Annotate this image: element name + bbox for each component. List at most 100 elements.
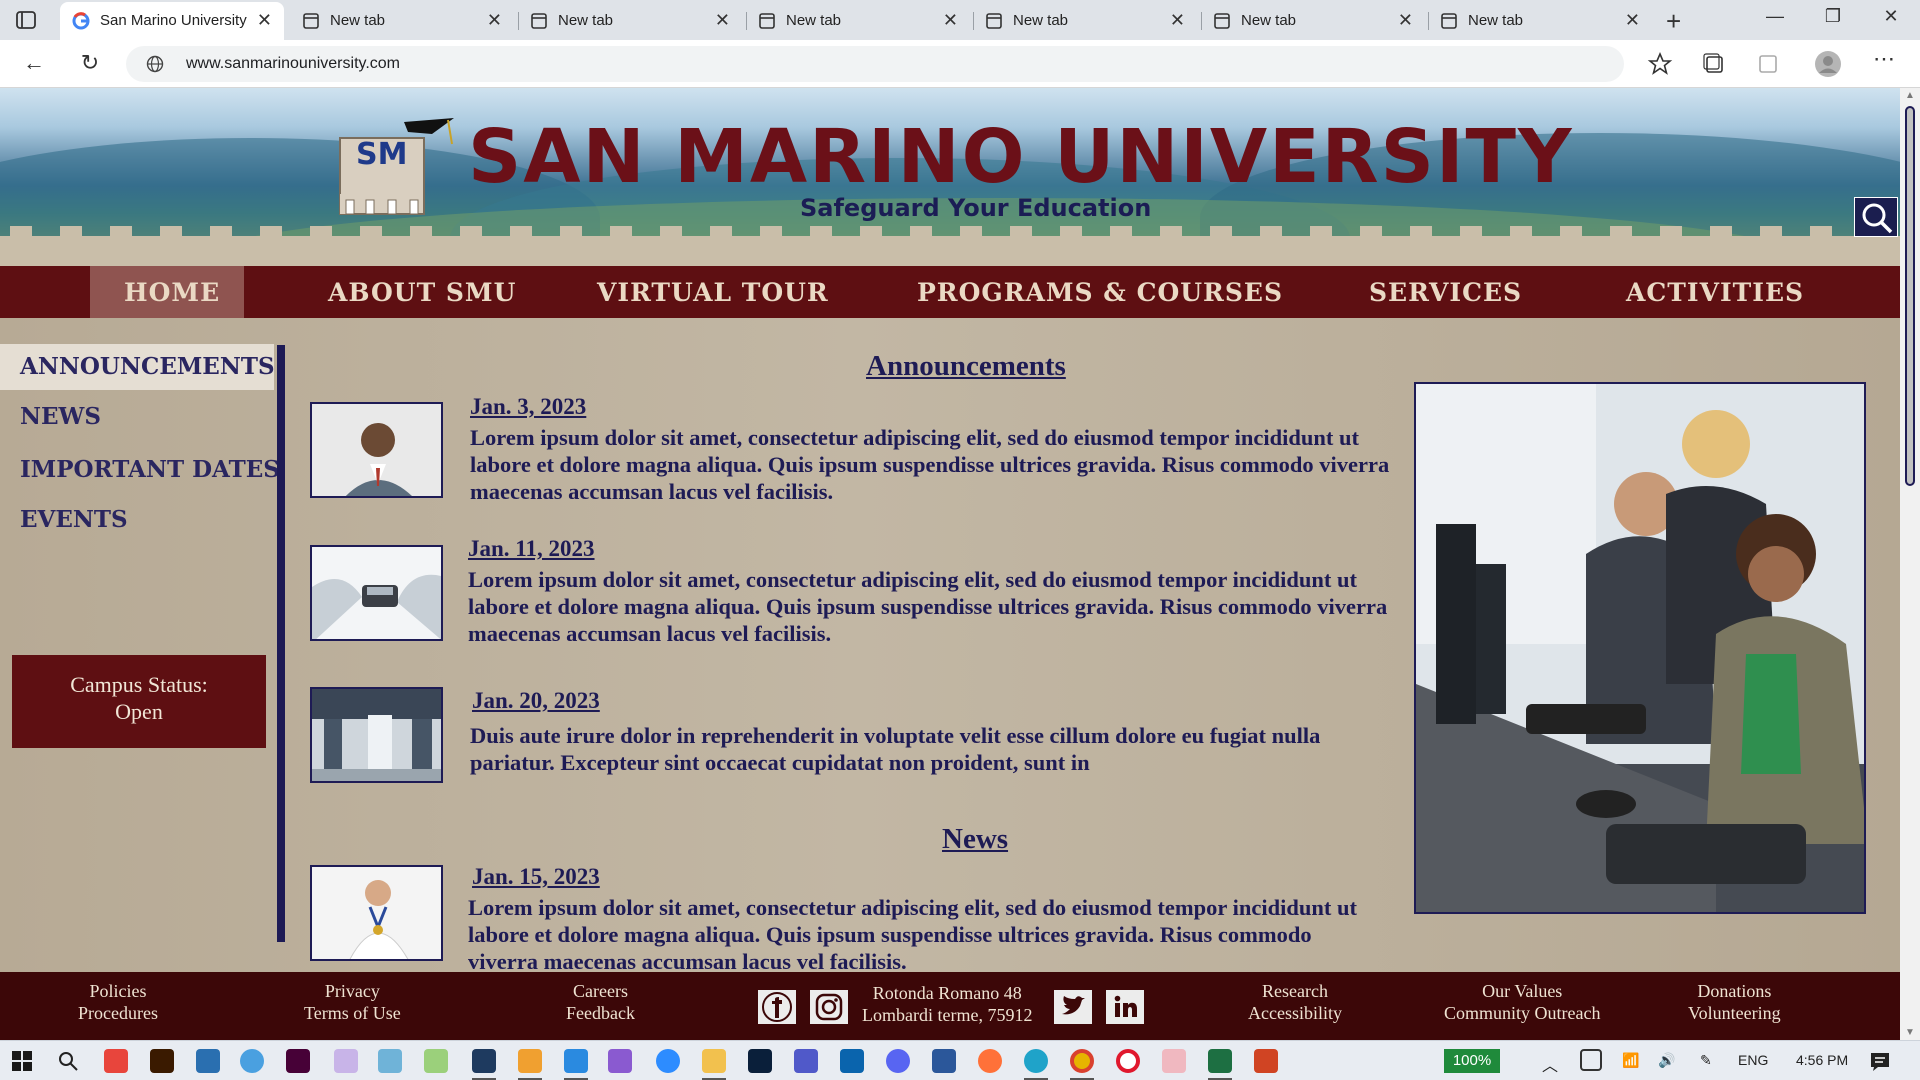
twitter-icon[interactable] (1054, 990, 1092, 1024)
university-logo[interactable]: SM (336, 118, 454, 216)
footer-link-our-values[interactable]: Our Values (1444, 980, 1600, 1002)
chevron-up-icon[interactable]: ︿ (1542, 1052, 1558, 1076)
sidebar-item-news[interactable]: NEWS (0, 394, 274, 440)
file-explorer-icon[interactable] (702, 1049, 726, 1073)
app-icon-brain[interactable] (1162, 1049, 1186, 1073)
footer-link-policies[interactable]: Policies (78, 980, 158, 1002)
url-field[interactable]: www.sanmarinouniversity.com (126, 46, 1624, 82)
powerpoint-icon[interactable] (1254, 1049, 1278, 1073)
pen-icon[interactable]: ✎ (1700, 1052, 1712, 1069)
footer-link-donations[interactable]: Donations (1688, 980, 1781, 1002)
edge-icon[interactable] (1024, 1049, 1048, 1073)
firefox-icon[interactable] (978, 1049, 1002, 1073)
tab-new-3[interactable]: New tab ✕ (746, 2, 970, 40)
nav-item-home[interactable]: HOME (124, 278, 220, 307)
sidebar-item-announcements[interactable]: ANNOUNCEMENTS (0, 344, 275, 390)
volume-icon[interactable]: 🔊 (1658, 1052, 1675, 1069)
nav-item-services[interactable]: SERVICES (1369, 278, 1522, 307)
illustrator-icon[interactable] (150, 1049, 174, 1073)
footer-link-feedback[interactable]: Feedback (566, 1002, 635, 1024)
notifications-icon[interactable] (1868, 1049, 1892, 1073)
vertical-scrollbar[interactable]: ▲ ▼ (1900, 88, 1920, 1040)
nav-item-virtual-tour[interactable]: VIRTUAL TOUR (597, 278, 829, 307)
app-icon-green[interactable] (424, 1049, 448, 1073)
footer-link-community[interactable]: Community Outreach (1444, 1002, 1600, 1024)
close-tab-icon[interactable]: ✕ (257, 10, 272, 31)
opera-icon[interactable] (1116, 1049, 1140, 1073)
photoshop-icon[interactable] (748, 1049, 772, 1073)
nav-item-programs[interactable]: PROGRAMS & COURSES (917, 278, 1283, 307)
footer-link-terms[interactable]: Terms of Use (304, 1002, 401, 1024)
restore-icon[interactable]: ❐ (1818, 6, 1848, 27)
close-tab-icon[interactable]: ✕ (715, 10, 730, 31)
refresh-icon[interactable]: ↻ (76, 50, 104, 78)
footer-link-careers[interactable]: Careers (566, 980, 635, 1002)
xd-icon[interactable] (286, 1049, 310, 1073)
collections-icon[interactable] (1700, 50, 1728, 78)
app-icon-paint[interactable] (334, 1049, 358, 1073)
scrollbar-thumb[interactable] (1905, 106, 1915, 486)
wifi-icon[interactable]: 📶 (1622, 1052, 1639, 1069)
windows-start-icon[interactable] (10, 1049, 34, 1073)
tab-new-2[interactable]: New tab ✕ (518, 2, 742, 40)
tab-new-5[interactable]: New tab ✕ (1201, 2, 1425, 40)
app-icon-files[interactable] (378, 1049, 402, 1073)
tray-device-icon[interactable] (1580, 1049, 1602, 1071)
footer-link-procedures[interactable]: Procedures (78, 1002, 158, 1024)
site-search-button[interactable] (1854, 197, 1898, 237)
tab-new-1[interactable]: New tab ✕ (290, 2, 514, 40)
zoom-app-icon[interactable] (656, 1049, 680, 1073)
sidebar-item-important-dates[interactable]: IMPORTANT DATES (0, 447, 280, 493)
close-tab-icon[interactable]: ✕ (487, 10, 502, 31)
footer-link-volunteering[interactable]: Volunteering (1688, 1002, 1781, 1024)
close-tab-icon[interactable]: ✕ (943, 10, 958, 31)
close-tab-icon[interactable]: ✕ (1170, 10, 1185, 31)
visual-studio-icon[interactable] (608, 1049, 632, 1073)
back-arrow-icon[interactable]: ← (20, 50, 48, 78)
excel-icon[interactable] (1208, 1049, 1232, 1073)
word-icon[interactable] (932, 1049, 956, 1073)
app-icon-hex[interactable] (518, 1049, 542, 1073)
app-icon-blue[interactable] (196, 1049, 220, 1073)
search-icon[interactable] (56, 1049, 80, 1073)
close-tab-icon[interactable]: ✕ (1398, 10, 1413, 31)
extensions-icon[interactable] (1754, 50, 1782, 78)
close-tab-icon[interactable]: ✕ (1625, 10, 1640, 31)
footer-link-accessibility[interactable]: Accessibility (1248, 1002, 1342, 1024)
close-window-icon[interactable]: ✕ (1876, 6, 1906, 27)
new-tab-button[interactable]: + (1666, 6, 1681, 37)
tab-actions-icon[interactable] (14, 8, 38, 32)
clock-time[interactable]: 4:56 PM (1796, 1052, 1848, 1068)
linkedin-icon[interactable] (1106, 990, 1144, 1024)
instagram-icon[interactable] (810, 990, 848, 1024)
sidebar-item-events[interactable]: EVENTS (0, 497, 274, 543)
footer-link-privacy[interactable]: Privacy (304, 980, 401, 1002)
minimize-icon[interactable]: — (1760, 6, 1790, 27)
announcement-date[interactable]: Jan. 11, 2023 (468, 536, 595, 562)
footer-link-research[interactable]: Research (1248, 980, 1342, 1002)
app-icon-dark[interactable] (472, 1049, 496, 1073)
tab-san-marino[interactable]: San Marino University ✕ (60, 2, 284, 40)
profile-avatar-icon[interactable] (1814, 50, 1842, 78)
facebook-icon[interactable] (758, 990, 796, 1024)
news-date[interactable]: Jan. 15, 2023 (472, 864, 600, 890)
language-indicator[interactable]: ENG (1738, 1052, 1768, 1068)
nav-item-activities[interactable]: ACTIVITIES (1626, 278, 1804, 307)
chrome-icon[interactable] (1070, 1049, 1094, 1073)
scroll-up-icon[interactable]: ▲ (1905, 90, 1915, 101)
announcement-date[interactable]: Jan. 20, 2023 (472, 688, 600, 714)
more-options-icon[interactable]: ⋯ (1870, 46, 1898, 74)
scroll-down-icon[interactable]: ▼ (1905, 1027, 1915, 1038)
announcement-date[interactable]: Jan. 3, 2023 (470, 394, 586, 420)
vscode-icon[interactable] (564, 1049, 588, 1073)
discord-icon[interactable] (886, 1049, 910, 1073)
tab-new-6[interactable]: New tab ✕ (1428, 2, 1652, 40)
outlook-icon[interactable] (840, 1049, 864, 1073)
nav-item-about[interactable]: ABOUT SMU (328, 278, 516, 307)
zoom-level-badge[interactable]: 100% (1444, 1049, 1500, 1073)
favorites-star-icon[interactable] (1646, 50, 1674, 78)
app-icon-red[interactable] (104, 1049, 128, 1073)
tab-new-4[interactable]: New tab ✕ (973, 2, 1197, 40)
teams-icon[interactable] (794, 1049, 818, 1073)
app-icon-circle[interactable] (240, 1049, 264, 1073)
